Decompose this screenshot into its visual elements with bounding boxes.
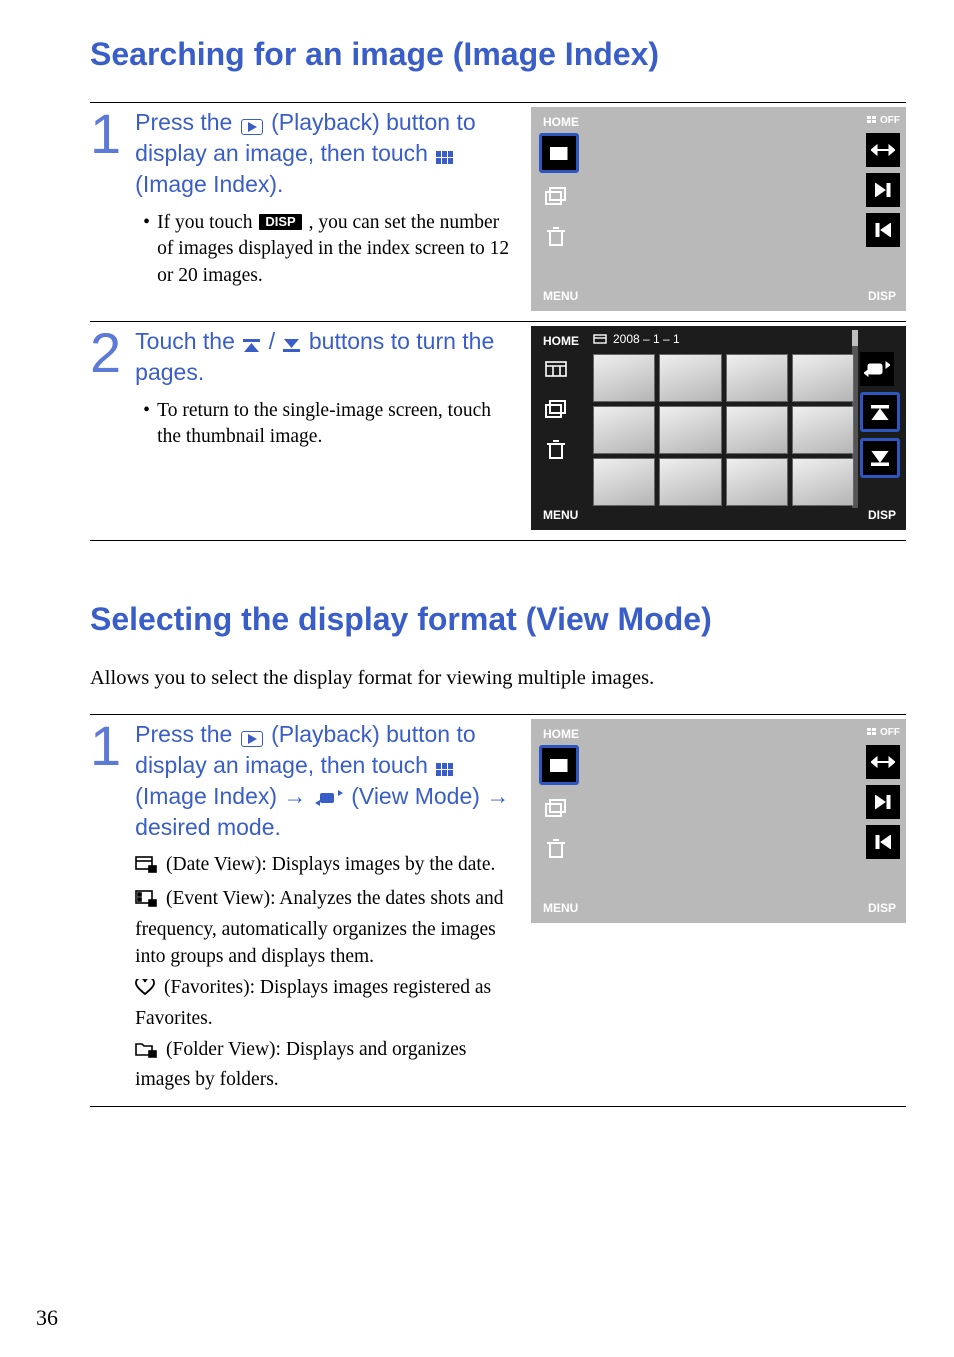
slideshow-icon[interactable] (539, 791, 573, 825)
thumbnail[interactable] (792, 354, 854, 402)
off-label: OFF (867, 115, 900, 126)
text: Press the (135, 721, 239, 747)
image-index-button[interactable] (539, 745, 579, 785)
disp-label: DISP (868, 289, 896, 303)
date-view-icon (135, 854, 157, 881)
page-up-button[interactable] (860, 392, 900, 432)
heading-view-mode: Selecting the display format (View Mode) (90, 599, 906, 639)
menu-label: MENU (543, 289, 578, 303)
thumbnail[interactable] (726, 406, 788, 454)
disp-badge-icon: DISP (259, 214, 301, 230)
page-down-icon (283, 339, 300, 352)
menu-label: MENU (543, 508, 578, 522)
step-number: 1 (90, 721, 121, 771)
playback-icon (241, 731, 263, 747)
home-label: HOME (543, 727, 579, 741)
view-mode-step-1: 1 Press the (Playback) button to display… (90, 714, 906, 1107)
playback-icon (241, 119, 263, 135)
favorites-icon (135, 977, 155, 1004)
slideshow-icon[interactable] (539, 392, 573, 426)
step-number: 2 (90, 328, 121, 378)
step-2-note: To return to the single-image screen, to… (143, 398, 517, 451)
menu-label: MENU (543, 901, 578, 915)
step-2-instruction: Touch the / buttons to turn the pages. (135, 326, 517, 388)
next-icon[interactable] (866, 785, 900, 819)
disp-label: DISP (868, 901, 896, 915)
wide-zoom-icon[interactable] (866, 745, 900, 779)
favorites-desc: (Favorites): Displays images registered … (135, 974, 517, 1032)
home-label: HOME (543, 115, 579, 129)
date-view-icon[interactable] (539, 352, 573, 386)
step-number: 1 (90, 109, 121, 159)
view-mode-icon (315, 789, 343, 807)
image-index-icon (436, 763, 454, 776)
previous-icon[interactable] (866, 825, 900, 859)
text: : Displays images by the date. (261, 854, 495, 875)
playback-screen: HOME MENU DISP OFF (531, 719, 906, 923)
event-view-desc: (Event View): Analyzes the dates shots a… (135, 885, 517, 970)
thumbnail[interactable] (726, 458, 788, 506)
text: Press the (135, 109, 239, 135)
home-label: HOME (543, 334, 579, 348)
page-down-button[interactable] (860, 438, 900, 478)
delete-icon[interactable] (539, 831, 573, 865)
text: (Event View) (166, 888, 270, 909)
thumbnail[interactable] (593, 458, 655, 506)
text: Touch the (135, 328, 241, 354)
date-view-desc: (Date View): Displays images by the date… (135, 851, 517, 881)
text: desired mode. (135, 814, 281, 840)
folder-view-icon (135, 1039, 157, 1066)
arrow-icon: → (283, 783, 312, 809)
thumbnail[interactable] (792, 406, 854, 454)
view-mode-intro: Allows you to select the display format … (90, 667, 906, 690)
disp-label: DISP (868, 508, 896, 522)
step-2: 2 Touch the / buttons to turn the pages.… (90, 321, 906, 541)
thumbnail[interactable] (792, 458, 854, 506)
step-1-note: If you touch DISP , you can set the numb… (143, 210, 517, 289)
index-date: 2008 – 1 – 1 (593, 332, 680, 346)
text: (View Mode) (351, 783, 486, 809)
text: If you touch (157, 212, 257, 233)
step-1: 1 Press the (Playback) button to display… (90, 102, 906, 321)
event-view-icon (135, 888, 157, 915)
heading-image-index: Searching for an image (Image Index) (90, 34, 906, 74)
thumbnail[interactable] (659, 354, 721, 402)
view-mode-button[interactable] (860, 352, 894, 386)
thumbnail[interactable] (593, 406, 655, 454)
previous-icon[interactable] (866, 213, 900, 247)
text: (Folder View) (166, 1039, 276, 1060)
text: / (269, 328, 275, 354)
wide-zoom-icon[interactable] (866, 133, 900, 167)
page-number: 36 (36, 1305, 58, 1331)
thumbnail[interactable] (726, 354, 788, 402)
image-index-button[interactable] (539, 133, 579, 173)
text: (Date View) (166, 854, 261, 875)
thumbnail[interactable] (659, 406, 721, 454)
step-1-instruction: Press the (Playback) button to display a… (135, 107, 517, 200)
text: (Image Index) (135, 783, 283, 809)
view-mode-instruction: Press the (Playback) button to display a… (135, 719, 517, 843)
page-up-icon (243, 339, 260, 352)
image-index-icon (436, 151, 454, 164)
text: (Favorites) (164, 977, 250, 998)
text: (Image Index). (135, 171, 283, 197)
folder-view-desc: (Folder View): Displays and organizes im… (135, 1036, 517, 1094)
off-label: OFF (867, 727, 900, 738)
next-icon[interactable] (866, 173, 900, 207)
thumbnail[interactable] (593, 354, 655, 402)
thumbnail[interactable] (659, 458, 721, 506)
image-index-screen: HOME MENU DISP 2008 – 1 – 1 (531, 326, 906, 530)
slideshow-icon[interactable] (539, 179, 573, 213)
delete-icon[interactable] (539, 219, 573, 253)
delete-icon[interactable] (539, 432, 573, 466)
playback-screen: HOME MENU DISP OFF (531, 107, 906, 311)
arrow-icon: → (486, 783, 509, 809)
